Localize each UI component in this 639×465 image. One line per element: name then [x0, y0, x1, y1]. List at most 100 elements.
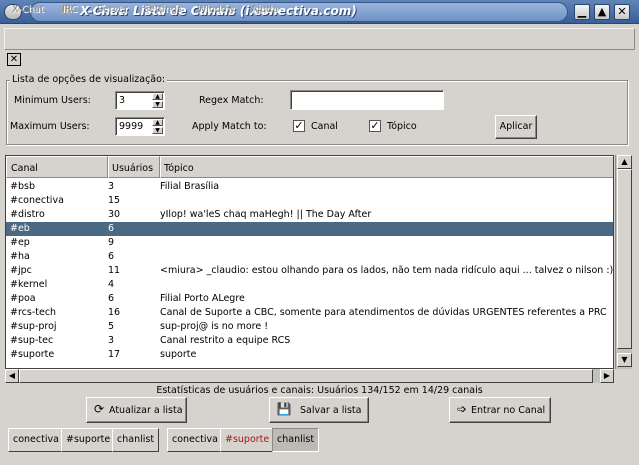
menu-settings[interactable]: Settings [143, 4, 182, 15]
header-canal-label: Canal [11, 163, 38, 174]
row-topic: Canal restrito a equipe RCS [160, 335, 291, 346]
topico-checkbox-label: Tópico [387, 121, 417, 132]
row-topic: Filial Porto ALegre [160, 293, 245, 304]
row-users: 30 [108, 209, 121, 220]
row-topic: Filial Brasília [160, 181, 220, 192]
apply-button[interactable]: Aplicar [495, 115, 537, 139]
channel-row[interactable]: #suporte 17 suporte [6, 348, 613, 362]
row-topic: yIlop! wa'leS chaq maHegh! || The Day Af… [160, 209, 372, 220]
scroll-left-icon[interactable]: ◀ [5, 369, 19, 383]
channel-row[interactable]: #bsb 3 Filial Brasília [6, 180, 613, 194]
min-users-down-icon[interactable]: ▼ [152, 101, 163, 108]
row-topic: sup-proj@ is no more ! [160, 321, 269, 332]
channel-row[interactable]: #ep 9 [6, 236, 613, 250]
row-canal: #bsb [10, 181, 35, 192]
join-channel-button[interactable]: ➩ Entrar no Canal [449, 397, 551, 423]
tab-conectiva-2[interactable]: conectiva [167, 428, 223, 452]
min-users-value: 3 [119, 95, 126, 106]
max-users-spinner[interactable]: 9999 ▲ ▼ [115, 117, 165, 136]
max-users-value: 9999 [119, 121, 144, 132]
row-canal: #distro [10, 209, 45, 220]
max-users-down-icon[interactable]: ▼ [152, 127, 163, 134]
canal-checkbox-label: Canal [311, 121, 338, 132]
scroll-up-icon[interactable]: ▲ [617, 155, 632, 169]
row-canal: #poa [10, 293, 36, 304]
join-channel-label: Entrar no Canal [471, 405, 546, 416]
channel-row[interactable]: #poa 6 Filial Porto ALegre [6, 292, 613, 306]
row-users: 3 [108, 181, 115, 192]
hscroll-thumb[interactable] [19, 369, 593, 383]
topico-checkbox[interactable]: ✓ [369, 120, 381, 132]
row-canal: #conectiva [10, 195, 64, 206]
header-topico[interactable]: Tópico [160, 156, 613, 178]
regex-label: Regex Match: [199, 95, 264, 106]
row-users: 6 [108, 293, 115, 304]
menu-window[interactable]: Window [197, 4, 234, 15]
min-users-up-icon[interactable]: ▲ [152, 93, 163, 100]
close-tab-button[interactable]: ✕ [7, 53, 21, 66]
tab-conectiva-server[interactable]: conectiva [8, 428, 64, 452]
row-canal: #sup-tec [10, 335, 54, 346]
channel-row[interactable]: #sup-tec 3 Canal restrito a equipe RCS [6, 334, 613, 348]
channel-row[interactable]: #distro 30 yIlop! wa'leS chaq maHegh! || T… [6, 208, 613, 222]
row-topic: suporte [160, 349, 197, 360]
vertical-scrollbar[interactable]: ▲ ▼ [615, 155, 632, 369]
menu-server[interactable]: Server [97, 4, 128, 15]
channel-row[interactable]: #conectiva 15 [6, 194, 613, 208]
row-canal: #jpc [10, 265, 32, 276]
tab-suporte[interactable]: #suporte [61, 428, 116, 452]
max-users-label: Maximum Users: [10, 121, 90, 132]
row-canal: #rcs-tech [10, 307, 57, 318]
row-users: 17 [108, 349, 121, 360]
refresh-list-button[interactable]: ⟳ Atualizar a lista [86, 397, 187, 423]
row-users: 15 [108, 195, 121, 206]
menu-irc[interactable]: IRC [62, 4, 78, 15]
channel-row[interactable]: #rcs-tech 16 Canal de Suporte a CBC, somen… [6, 306, 613, 320]
tab-chanlist[interactable]: chanlist [112, 428, 160, 452]
channel-row[interactable]: #eb 6 [6, 222, 613, 236]
save-list-button[interactable]: 💾 Salvar a lista [269, 397, 369, 423]
channel-row[interactable]: #jpc 11 <miura> _claudio: estou olhando pa… [6, 264, 614, 278]
minimize-button[interactable]: ▁ [574, 4, 590, 20]
row-canal: #kernel [10, 279, 48, 290]
menu-ajuda[interactable]: Ajuda [251, 4, 278, 15]
stats-text: Estatísticas de usuários e canais: Usuár… [156, 385, 483, 396]
apply-match-label: Apply Match to: [192, 121, 267, 132]
channel-row[interactable]: #kernel 4 [6, 278, 613, 292]
header-usuarios[interactable]: Usuários [108, 156, 160, 178]
floppy-disk-icon: 💾 [276, 402, 292, 416]
canal-checkbox[interactable]: ✓ [293, 120, 305, 132]
menu-xchat[interactable]: X-Chat [12, 4, 44, 15]
header-usuarios-label: Usuários [112, 163, 154, 174]
close-window-button[interactable]: ✕ [614, 4, 630, 20]
scroll-thumb[interactable] [617, 169, 632, 349]
scroll-right-icon[interactable]: ▶ [600, 369, 614, 383]
row-users: 3 [108, 335, 115, 346]
regex-input[interactable] [290, 90, 444, 110]
row-canal: #ep [10, 237, 30, 248]
maximize-button[interactable]: ▲ [594, 4, 610, 20]
header-topico-label: Tópico [164, 163, 194, 174]
save-list-label: Salvar a lista [300, 405, 362, 416]
channel-list[interactable]: Canal Usuários Tópico #bsb 3 Filial Brasíl… [5, 155, 614, 369]
channel-row[interactable]: #ha 6 [6, 250, 613, 264]
row-canal: #sup-proj [10, 321, 57, 332]
channel-row[interactable]: #sup-proj 5 sup-proj@ is no more ! [6, 320, 613, 334]
refresh-icon: ⟳ [93, 402, 105, 416]
join-arrow-icon: ➩ [456, 402, 468, 416]
menu-bar [4, 28, 635, 50]
scroll-down-icon[interactable]: ▼ [617, 353, 632, 367]
header-canal[interactable]: Canal [6, 156, 108, 178]
row-users: 11 [108, 265, 121, 276]
tab-suporte-2[interactable]: #suporte [220, 428, 275, 452]
tab-chanlist-active[interactable]: chanlist [272, 428, 320, 452]
row-users: 4 [108, 279, 115, 290]
row-topic: Canal de Suporte a CBC, somente para ate… [160, 307, 607, 318]
row-topic: <miura> _claudio: estou olhando para os … [160, 265, 614, 276]
min-users-label: Minimum Users: [14, 95, 91, 106]
min-users-spinner[interactable]: 3 ▲ ▼ [115, 91, 165, 110]
row-canal: #ha [10, 251, 30, 262]
horizontal-scrollbar[interactable]: ◀ ▶ [5, 369, 614, 383]
row-users: 16 [108, 307, 121, 318]
max-users-up-icon[interactable]: ▲ [152, 119, 163, 126]
